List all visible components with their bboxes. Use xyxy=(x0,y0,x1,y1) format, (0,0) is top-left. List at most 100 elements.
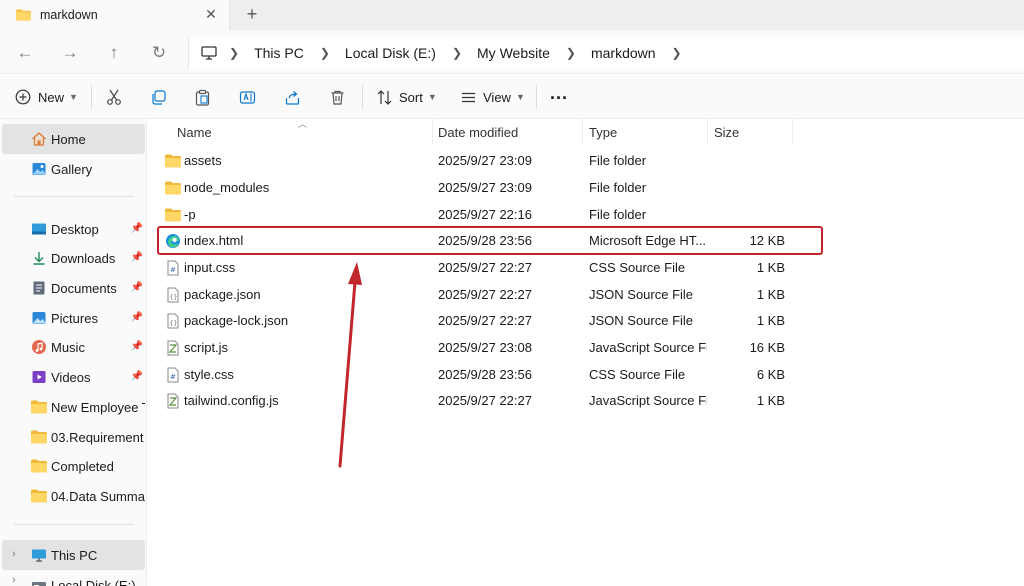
tab-markdown[interactable]: markdown ✕ xyxy=(0,0,230,30)
copy-button[interactable] xyxy=(150,75,167,119)
navigation-bar: ← → ↑ ↻ ❯ This PC ❯ Local Disk (E:) ❯ My… xyxy=(0,30,1024,74)
cut-button[interactable] xyxy=(105,75,123,119)
sidebar-item-music[interactable]: Music 📌 xyxy=(2,332,145,362)
up-arrow-icon[interactable]: ↑ xyxy=(103,42,125,64)
sort-ascending-icon: ︿ xyxy=(298,119,308,129)
sidebar-item-label: New Employee Tra xyxy=(51,399,145,415)
chevron-right-icon[interactable]: › xyxy=(12,574,16,586)
chevron-down-icon: ▼ xyxy=(515,92,525,102)
file-size: 1 KB xyxy=(756,260,785,275)
file-row-index-html[interactable]: index.html 2025/9/28 23:56 Microsoft Edg… xyxy=(157,226,823,255)
pin-icon[interactable]: 📌 xyxy=(131,371,143,382)
column-header-date[interactable]: Date modified xyxy=(438,119,518,145)
file-size: 6 KB xyxy=(756,367,785,382)
sort-button[interactable]: Sort ▼ xyxy=(376,75,437,119)
json-file-icon: {} xyxy=(167,313,179,329)
sidebar-item-label: Documents xyxy=(51,280,117,296)
file-name: script.js xyxy=(184,340,229,355)
sidebar-item-label: Downloads xyxy=(51,250,116,266)
forward-arrow-icon[interactable]: → xyxy=(59,42,81,64)
file-row-input-css[interactable]: # input.css 2025/9/27 22:27 CSS Source F… xyxy=(158,254,822,281)
new-button[interactable]: New ▼ xyxy=(15,75,78,119)
file-row-style-css[interactable]: # style.css 2025/9/28 23:56 CSS Source F… xyxy=(158,361,822,388)
file-date: 2025/9/27 22:27 xyxy=(438,260,532,275)
file-type: File folder xyxy=(589,153,647,168)
sidebar-item-desktop[interactable]: Desktop 📌 xyxy=(2,214,145,244)
sidebar-item-videos[interactable]: Videos 📌 xyxy=(2,362,145,392)
sidebar-item-home[interactable]: Home xyxy=(2,124,145,154)
sidebar-item-completed[interactable]: Completed xyxy=(2,451,145,481)
delete-button[interactable] xyxy=(329,75,346,119)
chevron-right-icon[interactable]: › xyxy=(12,548,16,560)
sort-icon xyxy=(377,89,392,105)
file-row-tailwind-config-js[interactable]: tailwind.config.js 2025/9/27 22:27 JavaS… xyxy=(158,387,822,414)
breadcrumb-markdown[interactable]: markdown xyxy=(591,45,656,61)
rename-button[interactable] xyxy=(239,75,256,119)
sidebar-item-new-employee[interactable]: New Employee Tra xyxy=(2,392,145,422)
this-pc-icon xyxy=(32,549,46,562)
column-separator[interactable] xyxy=(792,119,793,145)
sidebar-item-downloads[interactable]: Downloads 📌 xyxy=(2,243,145,273)
this-pc-icon xyxy=(201,46,217,60)
file-row-script-js[interactable]: script.js 2025/9/27 23:08 JavaScript Sou… xyxy=(158,334,822,361)
sidebar-item-label: Videos xyxy=(51,369,91,385)
sidebar-item-local-disk[interactable]: › Local Disk (E:) xyxy=(2,570,145,586)
sidebar-item-requirement[interactable]: 03.Requirement D xyxy=(2,422,145,452)
sidebar-item-documents[interactable]: Documents 📌 xyxy=(2,273,145,303)
file-row-package-json[interactable]: {} package.json 2025/9/27 22:27 JSON Sou… xyxy=(158,281,822,308)
chevron-right-icon[interactable]: ❯ xyxy=(672,46,682,60)
close-tab-icon[interactable]: ✕ xyxy=(203,6,219,22)
address-bar[interactable]: ❯ This PC ❯ Local Disk (E:) ❯ My Website… xyxy=(188,37,1024,69)
column-type-label: Type xyxy=(589,124,618,140)
pin-icon[interactable]: 📌 xyxy=(131,341,143,352)
breadcrumb: ❯ This PC ❯ Local Disk (E:) ❯ My Website… xyxy=(229,37,697,69)
folder-icon xyxy=(31,400,47,414)
column-separator[interactable] xyxy=(707,119,708,145)
sidebar-item-label: Gallery xyxy=(51,161,93,177)
tab-bar: markdown ✕ + xyxy=(0,0,1024,30)
refresh-icon[interactable]: ↻ xyxy=(148,42,170,64)
sidebar-item-this-pc[interactable]: › This PC xyxy=(2,540,145,570)
pictures-icon xyxy=(32,312,46,324)
sidebar-item-data-summary[interactable]: 04.Data Summary xyxy=(2,481,145,511)
breadcrumb-my-website[interactable]: My Website xyxy=(477,45,550,61)
folder-icon xyxy=(31,459,47,473)
share-button[interactable] xyxy=(284,75,301,119)
file-name: style.css xyxy=(184,367,234,382)
sidebar-item-pictures[interactable]: Pictures 📌 xyxy=(2,303,145,333)
pin-icon[interactable]: 📌 xyxy=(131,223,143,234)
chevron-down-icon: ▼ xyxy=(69,92,78,102)
folder-icon xyxy=(31,430,47,444)
file-row-p[interactable]: -p 2025/9/27 22:16 File folder xyxy=(158,201,822,228)
column-header-name[interactable]: Name xyxy=(177,119,212,145)
new-tab-button[interactable]: + xyxy=(243,5,261,23)
sidebar-item-label: Desktop xyxy=(51,221,99,237)
column-separator[interactable] xyxy=(432,119,433,145)
file-date: 2025/9/27 22:27 xyxy=(438,393,532,408)
view-icon xyxy=(462,92,475,102)
pin-icon[interactable]: 📌 xyxy=(131,252,143,263)
column-header-type[interactable]: Type xyxy=(589,119,617,145)
column-header-size[interactable]: Size xyxy=(714,119,739,145)
file-row-node-modules[interactable]: node_modules 2025/9/27 23:09 File folder xyxy=(158,174,822,201)
chevron-right-icon: ❯ xyxy=(451,46,463,60)
paste-icon xyxy=(195,89,210,106)
sidebar-item-gallery[interactable]: Gallery xyxy=(2,154,145,184)
sidebar-divider xyxy=(14,524,134,525)
file-row-assets[interactable]: assets 2025/9/27 23:09 File folder xyxy=(158,147,822,174)
pin-icon[interactable]: 📌 xyxy=(131,312,143,323)
more-options-button[interactable]: ... xyxy=(550,71,568,115)
sidebar-item-label: Pictures xyxy=(51,310,98,326)
column-separator[interactable] xyxy=(582,119,583,145)
view-button[interactable]: View ▼ xyxy=(460,75,525,119)
folder-icon xyxy=(165,154,181,168)
pin-icon[interactable]: 📌 xyxy=(131,282,143,293)
breadcrumb-this-pc[interactable]: This PC xyxy=(254,45,304,61)
chevron-right-icon: ❯ xyxy=(229,46,240,60)
file-row-package-lock-json[interactable]: {} package-lock.json 2025/9/27 22:27 JSO… xyxy=(158,307,822,334)
sidebar-item-label: Completed xyxy=(51,458,114,474)
paste-button[interactable] xyxy=(194,75,211,119)
breadcrumb-local-disk[interactable]: Local Disk (E:) xyxy=(345,45,436,61)
back-arrow-icon[interactable]: ← xyxy=(14,42,36,64)
svg-text:#: # xyxy=(170,373,176,381)
